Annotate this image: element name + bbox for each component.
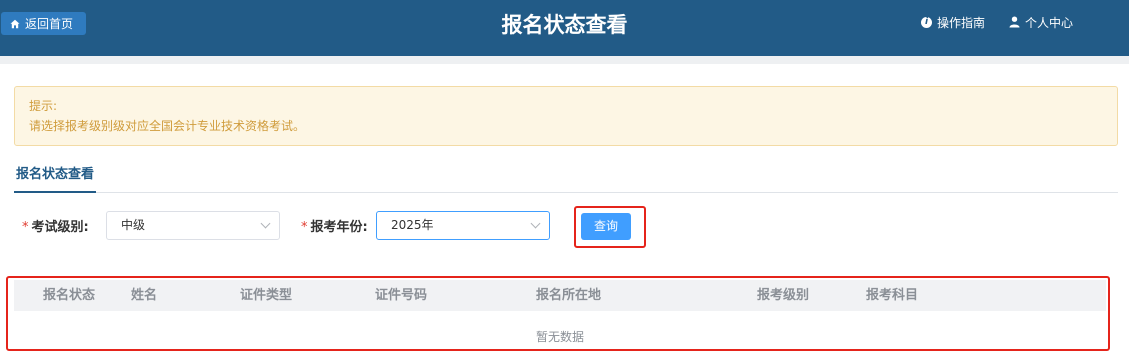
user-icon xyxy=(1009,16,1020,28)
user-center-label: 个人中心 xyxy=(1025,15,1074,30)
year-select-value: 2025年 xyxy=(391,218,434,232)
level-label: * 考试级别: xyxy=(22,216,89,235)
level-select[interactable]: 中级 xyxy=(106,211,280,240)
chevron-down-icon xyxy=(530,218,541,229)
info-icon: i xyxy=(921,16,932,28)
chevron-down-icon xyxy=(260,218,271,229)
notice-title: 提示: xyxy=(29,99,58,113)
year-label: * 报考年份: xyxy=(301,216,368,235)
guide-label: 操作指南 xyxy=(937,15,986,30)
required-mark: * xyxy=(301,220,308,235)
year-select[interactable]: 2025年 xyxy=(376,211,550,240)
notice-text: 请选择报考级别级对应全国会计专业技术资格考试。 xyxy=(29,119,306,133)
tab-bar: 报名状态查看 xyxy=(14,158,1118,193)
top-header: 返回首页 报名状态查看 i 操作指南 个人中心 xyxy=(0,0,1129,56)
tab-status-view[interactable]: 报名状态查看 xyxy=(14,158,97,193)
query-button[interactable]: 查询 xyxy=(581,213,631,240)
user-center-link[interactable]: 个人中心 xyxy=(1009,12,1073,32)
notice-box: 提示: 请选择报考级别级对应全国会计专业技术资格考试。 xyxy=(14,86,1118,146)
level-select-value: 中级 xyxy=(121,218,146,232)
year-label-text: 报考年份: xyxy=(310,220,368,235)
required-mark: * xyxy=(22,220,29,235)
guide-link[interactable]: i 操作指南 xyxy=(921,12,985,32)
level-label-text: 考试级别: xyxy=(31,220,89,235)
header-divider xyxy=(0,56,1129,64)
table-highlight-box xyxy=(6,276,1110,351)
